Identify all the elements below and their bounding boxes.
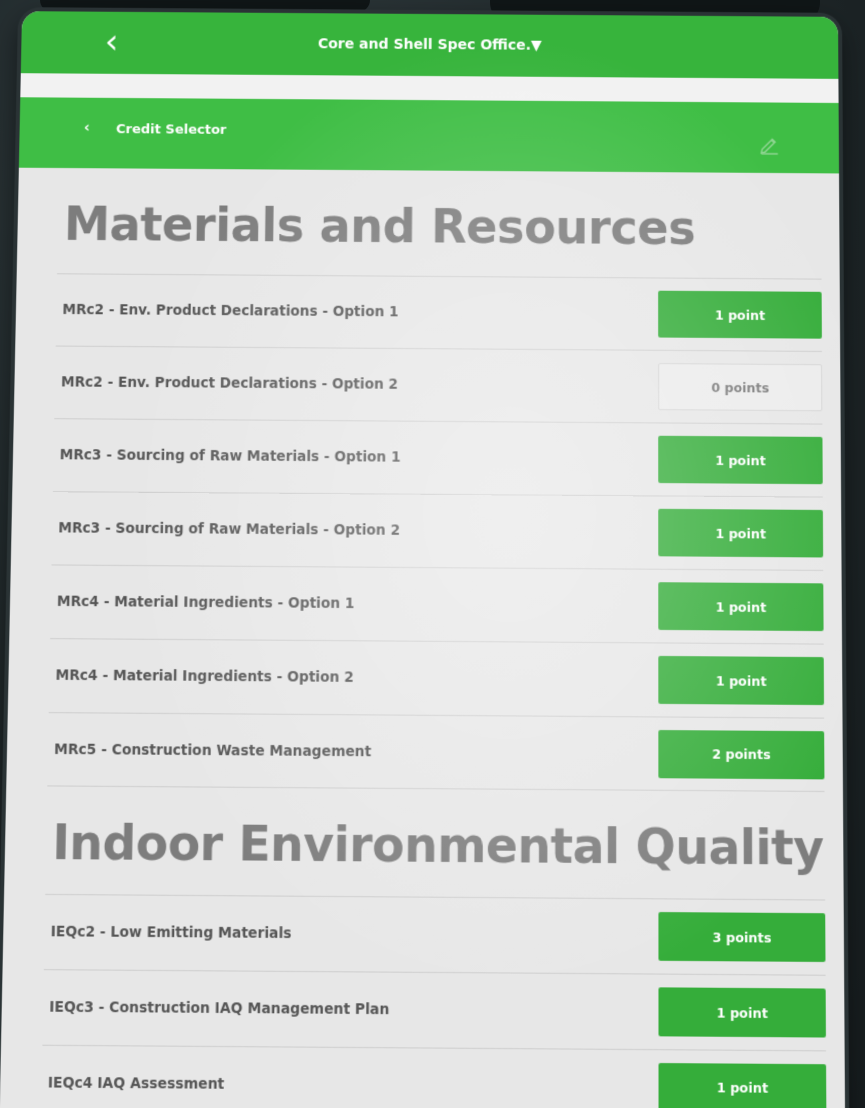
credit-row: MRc3 - Sourcing of Raw Materials - Optio…	[53, 418, 823, 496]
credit-row: MRc5 - Construction Waste Management 2 p…	[47, 712, 824, 792]
credit-row: MRc4 - Material Ingredients - Option 2 1…	[49, 638, 824, 718]
device-bezel-left	[40, 0, 370, 12]
section-title: Materials and Resources	[57, 186, 821, 278]
sub-header-bar: ‹ Credit Selector	[19, 97, 839, 173]
sub-back-chevron-icon[interactable]: ‹	[84, 120, 90, 136]
app-bar: ‹ Core and Shell Spec Office.▼	[21, 11, 839, 79]
credit-label: IEQc3 - Construction IAQ Management Plan	[49, 999, 389, 1018]
section-title: Indoor Environmental Quality	[45, 786, 825, 899]
credit-label: MRc2 - Env. Product Declarations - Optio…	[62, 302, 398, 321]
points-button[interactable]: 1 point	[659, 1062, 827, 1108]
credit-label: IEQc4 IAQ Assessment	[48, 1074, 225, 1092]
points-button[interactable]: 1 point	[658, 987, 825, 1037]
section-materials: Materials and Resources MRc2 - Env. Prod…	[47, 186, 824, 792]
points-button[interactable]: 1 point	[658, 656, 824, 705]
pencil-icon[interactable]	[758, 133, 780, 155]
section-indoor-environmental: Indoor Environmental Quality IEQc2 - Low…	[41, 786, 827, 1108]
credit-row: MRc4 - Material Ingredients - Option 1 1…	[50, 564, 824, 643]
points-button[interactable]: 0 points	[658, 363, 822, 411]
credit-row: IEQc2 - Low Emitting Materials 3 points	[44, 894, 826, 975]
project-title-dropdown[interactable]: Core and Shell Spec Office.▼	[21, 34, 838, 56]
credit-row: IEQc4 IAQ Assessment 1 point	[41, 1045, 827, 1108]
credit-rows: MRc2 - Env. Product Declarations - Optio…	[47, 273, 824, 792]
credit-selector-title[interactable]: Credit Selector	[116, 122, 227, 138]
points-button[interactable]: 1 point	[658, 436, 823, 484]
credit-list: Materials and Resources MRc2 - Env. Prod…	[0, 168, 845, 1108]
points-button[interactable]: 2 points	[658, 729, 824, 778]
credit-label: MRc3 - Sourcing of Raw Materials - Optio…	[58, 520, 400, 539]
credit-row: MRc2 - Env. Product Declarations - Optio…	[56, 273, 822, 351]
credit-label: MRc2 - Env. Product Declarations - Optio…	[61, 374, 398, 393]
credit-row: IEQc3 - Construction IAQ Management Plan…	[42, 969, 826, 1050]
credit-label: IEQc2 - Low Emitting Materials	[51, 924, 292, 943]
points-button[interactable]: 1 point	[658, 582, 823, 631]
tablet-screen: ‹ Core and Shell Spec Office.▼ ‹ Credit …	[0, 11, 845, 1108]
points-button[interactable]: 3 points	[658, 912, 825, 962]
points-button[interactable]: 1 point	[658, 291, 822, 339]
credit-rows: IEQc2 - Low Emitting Materials 3 points …	[41, 894, 827, 1108]
credit-row: MRc3 - Sourcing of Raw Materials - Optio…	[52, 491, 824, 570]
credit-label: MRc4 - Material Ingredients - Option 1	[57, 593, 355, 612]
back-chevron-icon[interactable]: ‹	[93, 24, 130, 60]
credit-label: MRc5 - Construction Waste Management	[54, 741, 371, 760]
credit-label: MRc4 - Material Ingredients - Option 2	[55, 667, 354, 686]
points-button[interactable]: 1 point	[658, 509, 823, 558]
credit-label: MRc3 - Sourcing of Raw Materials - Optio…	[60, 447, 401, 466]
credit-row: MRc2 - Env. Product Declarations - Optio…	[54, 346, 822, 424]
